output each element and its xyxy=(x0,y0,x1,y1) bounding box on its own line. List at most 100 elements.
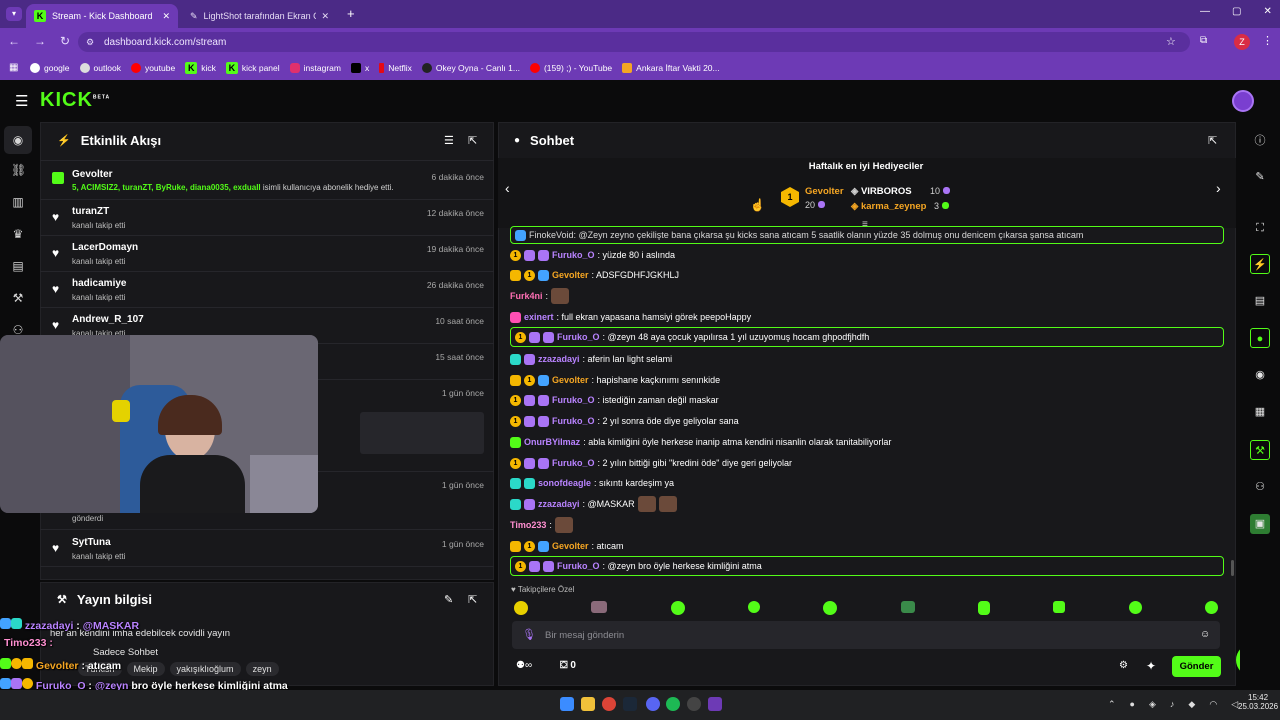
bookmark-youtube[interactable]: youtube xyxy=(130,63,175,73)
popout-icon[interactable]: ⇱ xyxy=(468,134,477,147)
spotify-icon[interactable] xyxy=(666,697,680,711)
chat-message[interactable]: 1 Furuko_O: istediğin zaman değil maskar xyxy=(510,390,719,410)
close-window-icon[interactable]: ✕ xyxy=(1263,6,1271,17)
emote-icon[interactable] xyxy=(1053,601,1066,613)
tray-mic-icon[interactable]: ♪ xyxy=(1170,699,1175,710)
chrome-icon[interactable] xyxy=(602,697,616,711)
bookmark-iftar[interactable]: Ankara İftar Vakti 20... xyxy=(622,63,720,73)
microphone-icon[interactable]: 🎙 xyxy=(522,628,536,641)
back-icon[interactable]: ← xyxy=(8,34,20,48)
channel-points-icon[interactable]: ⚉∞ xyxy=(516,660,532,671)
reload-icon[interactable]: ↻ xyxy=(60,34,70,48)
chat-message[interactable]: 1 Gevolter: atıcam xyxy=(510,536,624,556)
tab-search-icon[interactable]: ▾ xyxy=(6,7,22,21)
discord-icon[interactable] xyxy=(646,697,660,711)
chat-message[interactable]: 1 Furuko_O: 2 yıl sonra öde diye geliyola… xyxy=(510,411,739,431)
chat-scrollbar[interactable] xyxy=(1231,560,1234,576)
video-library-icon[interactable]: ▤ xyxy=(11,259,25,273)
new-tab-icon[interactable]: + xyxy=(347,6,355,21)
emote-icon[interactable] xyxy=(977,601,990,615)
kick-logo[interactable]: KICKBETA xyxy=(40,89,110,112)
send-button[interactable]: Gönder xyxy=(1172,656,1221,677)
tab-lightshot[interactable]: ✎ LightShot tarafından Ekran Gör... ✕ xyxy=(182,4,338,28)
file-explorer-icon[interactable] xyxy=(581,697,595,711)
bookmark-instagram[interactable]: instagram xyxy=(289,63,341,73)
settings-gear-icon[interactable]: ⚙ xyxy=(1119,660,1128,671)
chat-message[interactable]: zzazadayi: @MASKAR xyxy=(510,494,677,514)
edit-icon[interactable]: ✎ xyxy=(1250,167,1270,187)
emote-icon[interactable] xyxy=(1128,601,1142,614)
hamburger-menu-icon[interactable]: ☰ xyxy=(15,92,28,110)
profile-avatar[interactable]: Z xyxy=(1234,34,1250,50)
chat-message[interactable]: sonofdeagle: sıkıntı kardeşim ya xyxy=(510,473,674,493)
site-info-icon[interactable]: ⚙ xyxy=(86,37,94,48)
bookmark-x[interactable]: x xyxy=(350,63,369,73)
tab-stream-dashboard[interactable]: K Stream - Kick Dashboard ✕ xyxy=(26,4,178,28)
chat-message[interactable]: Timo233: xyxy=(510,515,573,535)
close-tab-icon[interactable]: ✕ xyxy=(322,11,330,22)
popout-icon[interactable]: ⇱ xyxy=(468,593,477,606)
emote-icon[interactable] xyxy=(900,601,915,613)
filter-icon[interactable]: ☰ xyxy=(444,134,454,147)
chat-message-highlighted[interactable]: FinokeVoid: @Zeyn zeyno çekilişte bana ç… xyxy=(510,226,1224,244)
emote-icon[interactable] xyxy=(747,601,760,613)
prev-arrow-icon[interactable]: ‹ xyxy=(505,180,510,196)
mod-tools-icon[interactable]: ✦ xyxy=(1146,659,1156,673)
tag[interactable]: Mekip xyxy=(126,662,165,676)
chat-toggle-icon[interactable]: ● xyxy=(1250,328,1270,348)
top-gifter-3[interactable]: ◈ karma_zeynep xyxy=(851,201,926,212)
chat-message-highlighted[interactable]: 1 Furuko_O: @zeyn bro öyle herkese kimliğ… xyxy=(510,556,1224,576)
tools-toggle-icon[interactable]: ⚒ xyxy=(1250,440,1270,460)
chat-message[interactable]: exinert: full ekran yapasana hamsiyi gör… xyxy=(510,307,751,327)
tray-app-icon[interactable]: ● xyxy=(1130,699,1135,710)
tag[interactable]: zeyn xyxy=(245,662,279,676)
chat-message[interactable]: 1 Gevolter: ADSFGDHFJGKHLJ xyxy=(510,265,679,285)
notes-icon[interactable]: ▤ xyxy=(1250,291,1270,311)
tray-chevron-icon[interactable]: ⌃ xyxy=(1108,699,1116,710)
game-icon[interactable]: ▣ xyxy=(1250,514,1270,534)
minimize-icon[interactable]: — xyxy=(1200,6,1210,17)
bookmark-youtube-159[interactable]: (159) ;) - YouTube xyxy=(529,63,612,73)
start-icon[interactable] xyxy=(560,697,574,711)
user-avatar[interactable] xyxy=(1232,90,1254,112)
chat-message[interactable]: OnurBYilmaz: abla kimliğini öyle herkese… xyxy=(510,432,891,452)
clock[interactable]: 15:42 25.03.2026 xyxy=(1238,693,1278,711)
top-gifter-2[interactable]: ◈ VIRBOROS xyxy=(851,186,912,197)
fullscreen-icon[interactable]: ⛶ xyxy=(1250,218,1270,238)
chat-message[interactable]: 1 Furuko_O: yüzde 80 i aslında xyxy=(510,245,675,265)
bookmark-okey[interactable]: Okey Oyna - Canlı 1... xyxy=(421,63,520,73)
obs-icon[interactable] xyxy=(687,697,701,711)
steam-icon[interactable] xyxy=(623,697,637,711)
emote-icon[interactable] xyxy=(514,601,528,615)
broadcast-icon[interactable]: ◉ xyxy=(11,133,25,147)
chat-message[interactable]: zzazadayi: aferin lan light selami xyxy=(510,349,672,369)
maximize-icon[interactable]: ▢ xyxy=(1232,6,1241,17)
app-icon[interactable] xyxy=(708,697,722,711)
chat-message[interactable]: 1 Gevolter: hapishane kaçkınımı senınkide xyxy=(510,370,720,390)
analytics-icon[interactable]: ▥ xyxy=(11,195,25,209)
trophy-icon[interactable]: ♛ xyxy=(11,227,25,241)
emote-icon[interactable] xyxy=(823,601,838,615)
edit-pencil-icon[interactable]: ✎ xyxy=(444,593,453,606)
address-bar[interactable]: dashboard.kick.com/stream xyxy=(78,32,1190,52)
wrench-icon[interactable]: ⚒ xyxy=(11,291,25,305)
tray-steam-icon[interactable]: ◆ xyxy=(1188,699,1195,710)
community-icon[interactable]: ⚇ xyxy=(1250,477,1270,497)
dashboard-icon[interactable]: ▦ xyxy=(1250,402,1270,422)
bookmark-star-icon[interactable]: ☆ xyxy=(1166,35,1176,48)
bookmark-netflix[interactable]: Netflix xyxy=(379,63,412,73)
tag[interactable]: yakışıklıoğlum xyxy=(169,662,241,676)
forward-icon[interactable]: → xyxy=(34,34,46,48)
bookmark-kick[interactable]: Kkick xyxy=(185,62,216,74)
extensions-icon[interactable]: ⧉ xyxy=(1200,35,1207,46)
next-arrow-icon[interactable]: › xyxy=(1216,180,1221,196)
broadcast-icon[interactable]: ◉ xyxy=(1250,365,1270,385)
activity-toggle-icon[interactable]: ⚡ xyxy=(1250,254,1270,274)
close-tab-icon[interactable]: ✕ xyxy=(162,11,170,22)
tray-shield-icon[interactable]: ◈ xyxy=(1149,699,1156,710)
popout-icon[interactable]: ⇱ xyxy=(1208,134,1217,147)
chat-message[interactable]: 1 Furuko_O: 2 yılın bittiği gibi "kredini… xyxy=(510,453,792,473)
emoji-icon[interactable]: ☺ xyxy=(1200,629,1210,640)
apps-grid-icon[interactable]: ▦ xyxy=(9,62,18,73)
emote-icon[interactable] xyxy=(591,601,608,613)
